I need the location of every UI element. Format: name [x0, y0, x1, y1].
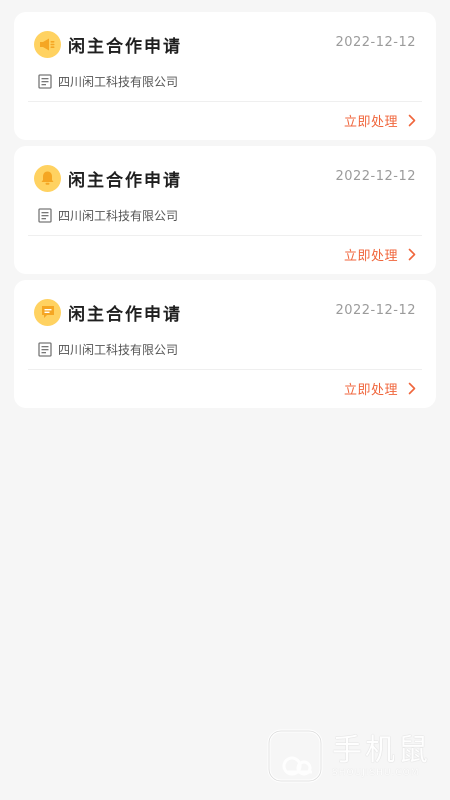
divider [28, 235, 422, 236]
watermark-text: 手机鼠 SHOUJISHU.COM [332, 733, 431, 779]
company-row: 四川闲工科技有限公司 [38, 72, 178, 90]
chevron-right-icon [408, 248, 416, 260]
notification-list-page: 闲主合作申请 2022-12-12 四川闲工科技有限公司 立即处理 闲主合作申请… [0, 0, 450, 800]
card-date: 2022-12-12 [335, 168, 416, 184]
company-row: 四川闲工科技有限公司 [38, 340, 178, 358]
document-icon [38, 73, 52, 89]
company-name: 四川闲工科技有限公司 [58, 74, 179, 89]
watermark-subtitle: SHOUJISHU.COM [332, 768, 420, 778]
card-header: 闲主合作申请 2022-12-12 [34, 298, 416, 326]
notification-card: 闲主合作申请 2022-12-12 四川闲工科技有限公司 立即处理 [14, 146, 436, 274]
notification-card: 闲主合作申请 2022-12-12 四川闲工科技有限公司 立即处理 [14, 12, 436, 140]
process-now-button[interactable]: 立即处理 [344, 110, 416, 130]
chevron-right-icon [408, 382, 416, 394]
company-name: 四川闲工科技有限公司 [58, 208, 179, 223]
watermark-logo-icon [267, 729, 323, 783]
card-title: 闲主合作申请 [68, 36, 182, 57]
megaphone-icon [34, 30, 61, 58]
watermark: 手机鼠 SHOUJISHU.COM [266, 727, 436, 785]
bell-icon [34, 164, 61, 192]
process-now-button[interactable]: 立即处理 [344, 244, 416, 264]
message-icon [34, 298, 61, 326]
document-icon [38, 341, 52, 357]
card-date: 2022-12-12 [335, 302, 416, 318]
process-now-button[interactable]: 立即处理 [344, 378, 416, 398]
card-header: 闲主合作申请 2022-12-12 [34, 164, 416, 192]
process-now-label: 立即处理 [343, 114, 398, 130]
chevron-right-icon [408, 114, 416, 126]
notification-card: 闲主合作申请 2022-12-12 四川闲工科技有限公司 立即处理 [14, 280, 436, 408]
card-title: 闲主合作申请 [68, 170, 182, 191]
company-row: 四川闲工科技有限公司 [38, 206, 178, 224]
divider [28, 369, 422, 370]
company-name: 四川闲工科技有限公司 [58, 342, 179, 357]
watermark-title: 手机鼠 [332, 733, 431, 768]
card-title: 闲主合作申请 [68, 304, 182, 325]
process-now-label: 立即处理 [343, 382, 398, 398]
document-icon [38, 207, 52, 223]
divider [28, 101, 422, 102]
card-header: 闲主合作申请 2022-12-12 [34, 30, 416, 58]
process-now-label: 立即处理 [343, 248, 398, 264]
card-date: 2022-12-12 [335, 34, 416, 50]
